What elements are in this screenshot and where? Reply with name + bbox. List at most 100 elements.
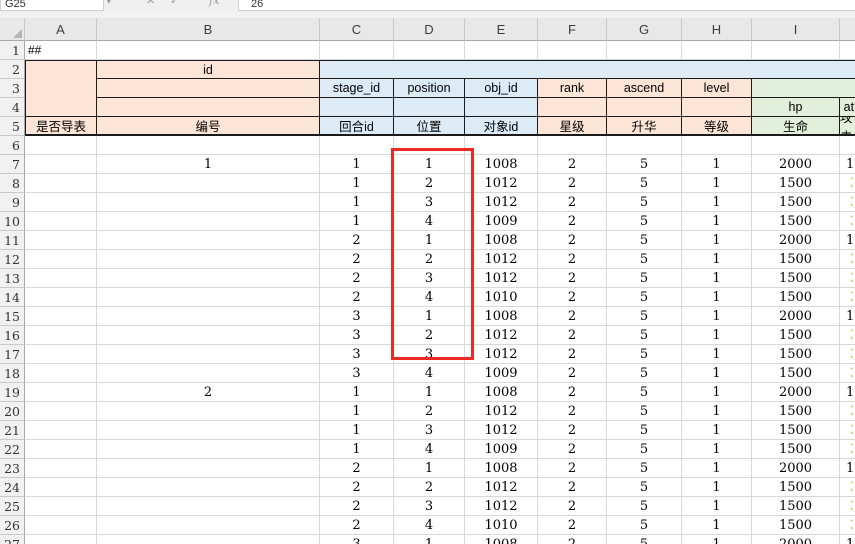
col-header-A[interactable]: A [25, 18, 97, 41]
cell-G13[interactable]: 5 [607, 269, 682, 288]
header-cell-I3[interactable] [752, 79, 855, 98]
cell-D19[interactable]: 1 [394, 383, 465, 402]
cell-F19[interactable]: 2 [538, 383, 607, 402]
cell-B12[interactable] [97, 250, 320, 269]
row-header-9[interactable]: 9 [0, 193, 25, 212]
header-cell-G5[interactable]: 升华 [607, 117, 682, 136]
cell-E11[interactable]: 1008 [465, 231, 538, 250]
header-cell-G4[interactable] [607, 98, 682, 117]
header-cell-J4[interactable]: atk [840, 98, 855, 117]
header-cell-D5[interactable]: 位置 [394, 117, 465, 136]
cell-I7[interactable]: 2000 [752, 155, 840, 174]
header-cell-C3[interactable]: stage_id [320, 79, 394, 98]
header-cell-H3[interactable]: level [682, 79, 752, 98]
cell-H21[interactable]: 1 [682, 421, 752, 440]
col-header-C[interactable]: C [320, 18, 394, 41]
row-header-18[interactable]: 18 [0, 364, 25, 383]
cell-H18[interactable]: 1 [682, 364, 752, 383]
cell-A23[interactable] [25, 459, 97, 478]
cell-E21[interactable]: 1012 [465, 421, 538, 440]
cell-G7[interactable]: 5 [607, 155, 682, 174]
cell-H11[interactable]: 1 [682, 231, 752, 250]
cell-C26[interactable]: 2 [320, 516, 394, 535]
cell-A12[interactable] [25, 250, 97, 269]
cell-G20[interactable]: 5 [607, 402, 682, 421]
cell-B17[interactable] [97, 345, 320, 364]
cell-C11[interactable]: 2 [320, 231, 394, 250]
cell-I22[interactable]: 1500 [752, 440, 840, 459]
cell-I13[interactable]: 1500 [752, 269, 840, 288]
cell-G12[interactable]: 5 [607, 250, 682, 269]
cell-E1[interactable] [465, 41, 538, 60]
col-header-B[interactable]: B [97, 18, 320, 41]
header-cell-D3[interactable]: position [394, 79, 465, 98]
cell-C16[interactable]: 3 [320, 326, 394, 345]
cell-G14[interactable]: 5 [607, 288, 682, 307]
cell-J6[interactable] [840, 136, 855, 155]
cell-F23[interactable]: 2 [538, 459, 607, 478]
header-cell-E4[interactable] [465, 98, 538, 117]
cell-G17[interactable]: 5 [607, 345, 682, 364]
row-header-27[interactable]: 27 [0, 535, 25, 544]
cell-F11[interactable]: 2 [538, 231, 607, 250]
cell-C13[interactable]: 2 [320, 269, 394, 288]
cell-E9[interactable]: 1012 [465, 193, 538, 212]
cell-J15[interactable]: 1 [840, 307, 855, 326]
cell-F17[interactable]: 2 [538, 345, 607, 364]
select-all-corner[interactable] [0, 18, 25, 41]
row-header-23[interactable]: 23 [0, 459, 25, 478]
cell-F16[interactable]: 2 [538, 326, 607, 345]
cell-D20[interactable]: 2 [394, 402, 465, 421]
cell-B23[interactable] [97, 459, 320, 478]
cell-I14[interactable]: 1500 [752, 288, 840, 307]
header-cell-I5[interactable]: 生命 [752, 117, 840, 136]
cell-G23[interactable]: 5 [607, 459, 682, 478]
cell-H25[interactable]: 1 [682, 497, 752, 516]
cell-D24[interactable]: 2 [394, 478, 465, 497]
header-cell-A2[interactable] [25, 60, 97, 117]
col-header-F[interactable]: F [538, 18, 607, 41]
cell-I8[interactable]: 1500 [752, 174, 840, 193]
cell-G8[interactable]: 5 [607, 174, 682, 193]
cell-B11[interactable] [97, 231, 320, 250]
cell-H19[interactable]: 1 [682, 383, 752, 402]
cell-H26[interactable]: 1 [682, 516, 752, 535]
header-cell-H5[interactable]: 等级 [682, 117, 752, 136]
row-header-15[interactable]: 15 [0, 307, 25, 326]
fx-icon[interactable]: fx [209, 0, 219, 7]
row-header-22[interactable]: 22 [0, 440, 25, 459]
enter-icon[interactable]: ✓ [170, 0, 179, 7]
cell-G9[interactable]: 5 [607, 193, 682, 212]
row-header-7[interactable]: 7 [0, 155, 25, 174]
cell-D27[interactable]: 1 [394, 535, 465, 544]
cell-G19[interactable]: 5 [607, 383, 682, 402]
cell-H7[interactable]: 1 [682, 155, 752, 174]
cell-G18[interactable]: 5 [607, 364, 682, 383]
row-header-3[interactable]: 3 [0, 79, 25, 98]
cell-E7[interactable]: 1008 [465, 155, 538, 174]
cell-C14[interactable]: 2 [320, 288, 394, 307]
cell-A13[interactable] [25, 269, 97, 288]
row-header-13[interactable]: 13 [0, 269, 25, 288]
cell-B24[interactable] [97, 478, 320, 497]
cell-E17[interactable]: 1012 [465, 345, 538, 364]
header-cell-J5[interactable]: 攻击 [840, 117, 855, 136]
header-cell-F5[interactable]: 星级 [538, 117, 607, 136]
cell-I9[interactable]: 1500 [752, 193, 840, 212]
cell-E14[interactable]: 1010 [465, 288, 538, 307]
cell-H10[interactable]: 1 [682, 212, 752, 231]
cell-F7[interactable]: 2 [538, 155, 607, 174]
row-header-4[interactable]: 4 [0, 98, 25, 117]
cell-H12[interactable]: 1 [682, 250, 752, 269]
cell-J22[interactable]: 3 [840, 440, 855, 459]
cell-F22[interactable]: 2 [538, 440, 607, 459]
col-header-I[interactable]: I [752, 18, 840, 41]
cell-G10[interactable]: 5 [607, 212, 682, 231]
cell-C18[interactable]: 3 [320, 364, 394, 383]
cell-I23[interactable]: 2000 [752, 459, 840, 478]
cell-E10[interactable]: 1009 [465, 212, 538, 231]
cell-D1[interactable] [394, 41, 465, 60]
cell-C10[interactable]: 1 [320, 212, 394, 231]
cell-B6[interactable] [97, 136, 320, 155]
cell-I16[interactable]: 1500 [752, 326, 840, 345]
